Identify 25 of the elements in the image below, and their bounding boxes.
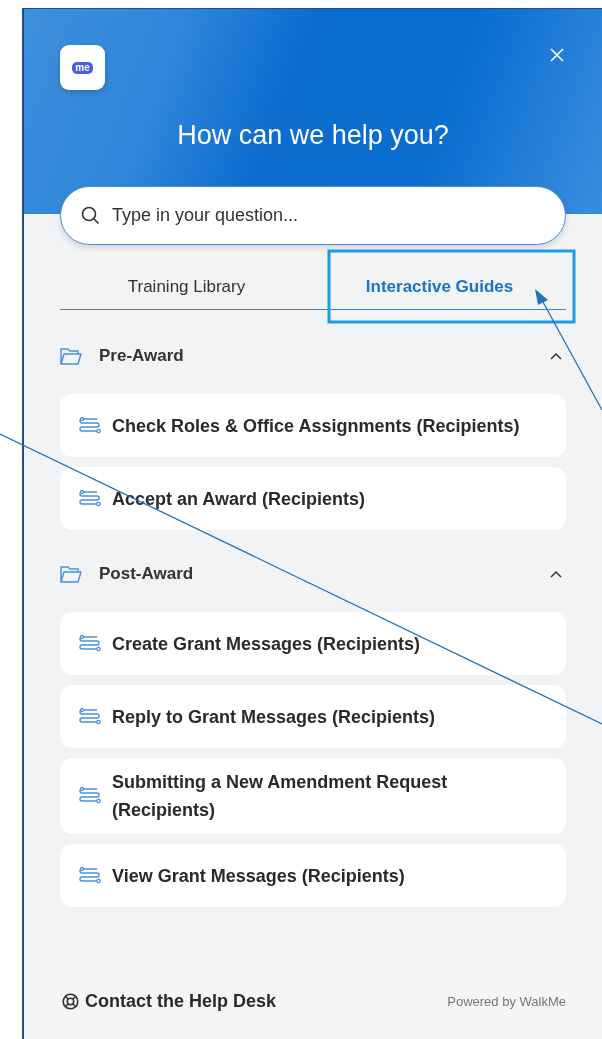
route-icon (78, 634, 102, 653)
guide-item[interactable]: Check Roles & Office Assignments (Recipients) (60, 394, 566, 457)
tab[interactable]: Training Library (60, 263, 313, 309)
guide-item[interactable]: Create Grant Messages (Recipients) (60, 612, 566, 675)
route-icon (78, 866, 102, 885)
logo-icon: me (60, 45, 105, 90)
guide-item[interactable]: Reply to Grant Messages (Recipients) (60, 685, 566, 748)
guide-item[interactable]: View Grant Messages (Recipients) (60, 844, 566, 907)
search-input[interactable]: Type in your question... (112, 195, 545, 236)
section-header[interactable]: Pre-Award (60, 340, 566, 372)
search-icon (81, 206, 100, 225)
route-icon (78, 787, 102, 805)
lifebuoy-icon (62, 992, 79, 1010)
folder-icon (60, 564, 82, 584)
guide-item[interactable]: Submitting a New Amendment Request (Recipients) (60, 758, 566, 834)
close-icon[interactable] (550, 48, 564, 62)
route-icon (78, 416, 102, 435)
route-icon (78, 489, 102, 508)
powered-by-text: Powered by WalkMe (447, 993, 566, 1009)
route-icon (78, 707, 102, 726)
section-header[interactable]: Post-Award (60, 558, 566, 590)
search-field[interactable]: Type in your question... (60, 186, 566, 245)
folder-icon (60, 346, 82, 366)
help-desk-link[interactable]: Contact the Help Desk (62, 990, 277, 1012)
header-title: How can we help you? (176, 120, 450, 151)
